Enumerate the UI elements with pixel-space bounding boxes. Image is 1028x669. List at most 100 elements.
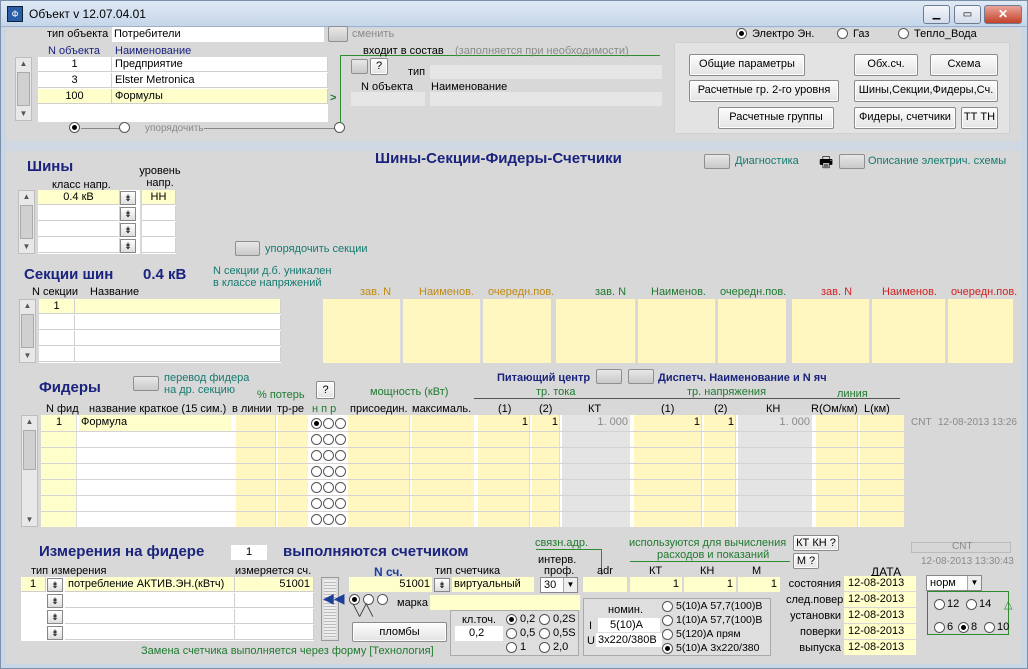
meter-type-field[interactable]: виртуальный bbox=[452, 577, 534, 592]
feeder-name-cell[interactable]: Формула bbox=[81, 416, 127, 428]
order-radio-3[interactable] bbox=[334, 122, 345, 133]
seals-button[interactable]: пломбы bbox=[352, 622, 447, 642]
buses-sections-button[interactable]: Шины,Секции,Фидеры,Сч. bbox=[854, 80, 998, 102]
npr-radio[interactable] bbox=[323, 482, 334, 493]
adr-field[interactable] bbox=[583, 577, 627, 592]
bus-class-dropdown-icon[interactable]: ⇟ bbox=[120, 207, 136, 221]
bus-class-cell[interactable]: 0.4 кВ bbox=[38, 190, 120, 205]
nominal-i-field[interactable]: 5(10)А bbox=[598, 618, 660, 632]
npr-radio[interactable] bbox=[311, 514, 322, 525]
npr-radio[interactable] bbox=[335, 450, 346, 461]
period-radio[interactable] bbox=[934, 599, 945, 610]
energy-gas-radio[interactable] bbox=[837, 28, 848, 39]
npr-radio[interactable] bbox=[335, 434, 346, 445]
meter-mode-radio-3[interactable] bbox=[377, 594, 388, 605]
npr-radio[interactable] bbox=[335, 418, 346, 429]
meas-feeder-n[interactable]: 1 bbox=[231, 545, 267, 560]
list-item[interactable]: Elster Metronica bbox=[112, 73, 328, 88]
calc-groups-button[interactable]: Расчетные группы bbox=[718, 107, 834, 129]
bus-level-cell[interactable]: НН bbox=[142, 190, 176, 205]
npr-radio[interactable] bbox=[335, 498, 346, 509]
transfer-feeder-button[interactable] bbox=[133, 376, 159, 391]
tt-tn-button[interactable]: ТТ ТН bbox=[961, 107, 998, 129]
tn2-cell[interactable]: 1 bbox=[704, 416, 734, 428]
object-type-field[interactable]: Потребители bbox=[112, 27, 324, 42]
scheme-desc-button[interactable] bbox=[839, 154, 865, 169]
nominal-radio[interactable] bbox=[662, 615, 673, 626]
minimize-button[interactable]: ▁ bbox=[923, 5, 950, 24]
meas-type-dropdown-icon[interactable]: ⇟ bbox=[47, 626, 63, 640]
period-radio[interactable] bbox=[984, 622, 995, 633]
feeder-n-cell[interactable]: 1 bbox=[41, 416, 77, 428]
list-item[interactable]: Формулы bbox=[112, 89, 328, 104]
state-select[interactable]: норм ▼ bbox=[926, 575, 982, 591]
npr-radio[interactable] bbox=[335, 482, 346, 493]
object-list-scrollbar[interactable]: ▲ ▼ bbox=[15, 57, 32, 121]
accuracy-radio[interactable] bbox=[539, 642, 550, 653]
kt-kn-help-button[interactable]: КТ КН ? bbox=[793, 535, 839, 551]
npr-radio[interactable] bbox=[311, 482, 322, 493]
order-radio-1[interactable] bbox=[69, 122, 80, 133]
diagnostics-button[interactable] bbox=[704, 154, 730, 169]
feeders-meters-button[interactable]: Фидеры, счетчики bbox=[854, 107, 956, 129]
table-row[interactable] bbox=[75, 299, 281, 314]
npr-radio[interactable] bbox=[323, 434, 334, 445]
feeders-scrollbar[interactable]: ▲ ▼ bbox=[21, 415, 38, 527]
m-help-button[interactable]: М ? bbox=[793, 553, 819, 569]
mark-field[interactable] bbox=[430, 595, 580, 610]
list-item[interactable]: 100 bbox=[38, 89, 112, 104]
part-name-field[interactable] bbox=[430, 92, 662, 106]
printer-icon[interactable]: 🖶 bbox=[819, 152, 833, 177]
period-radio[interactable] bbox=[966, 599, 977, 610]
part-help-button[interactable]: ? bbox=[370, 58, 388, 75]
npr-radio[interactable] bbox=[311, 450, 322, 461]
general-params-button[interactable]: Общие параметры bbox=[689, 54, 805, 76]
npr-radio[interactable] bbox=[335, 466, 346, 477]
bus-class-dropdown-icon[interactable]: ⇟ bbox=[120, 191, 136, 205]
npr-radio[interactable] bbox=[323, 418, 334, 429]
accuracy-radio[interactable] bbox=[539, 628, 550, 639]
dispatch-name-button[interactable] bbox=[628, 369, 654, 384]
list-item[interactable]: 3 bbox=[38, 73, 112, 88]
nominal-radio[interactable] bbox=[662, 629, 673, 640]
change-type-button[interactable] bbox=[328, 26, 348, 42]
accuracy-radio[interactable] bbox=[506, 628, 517, 639]
tn1-cell[interactable]: 1 bbox=[634, 416, 700, 428]
nominal-radio[interactable] bbox=[662, 601, 673, 612]
npr-radio[interactable] bbox=[311, 434, 322, 445]
npr-radio[interactable] bbox=[311, 418, 322, 429]
interval-select[interactable]: 30 ▼ bbox=[540, 577, 578, 593]
accuracy-radio[interactable] bbox=[539, 614, 550, 625]
accuracy-field[interactable]: 0,2 bbox=[455, 626, 503, 641]
npr-radio[interactable] bbox=[335, 514, 346, 525]
m-field[interactable]: 1 bbox=[738, 577, 780, 592]
energy-heat-radio[interactable] bbox=[898, 28, 909, 39]
period-radio[interactable] bbox=[958, 622, 969, 633]
period-radio[interactable] bbox=[934, 622, 945, 633]
tt2-cell[interactable]: 1 bbox=[532, 416, 558, 428]
accuracy-radio[interactable] bbox=[506, 642, 517, 653]
npr-radio[interactable] bbox=[323, 466, 334, 477]
meas-row-meter[interactable]: 51001 bbox=[235, 577, 314, 592]
kn-field[interactable]: 1 bbox=[684, 577, 736, 592]
npr-radio[interactable] bbox=[311, 498, 322, 509]
maximize-button[interactable]: ▭ bbox=[954, 5, 981, 24]
date-field[interactable]: 12-08-2013 bbox=[844, 592, 916, 607]
accuracy-radio[interactable] bbox=[506, 614, 517, 625]
date-field[interactable]: 12-08-2013 bbox=[844, 640, 916, 655]
npr-radio[interactable] bbox=[323, 450, 334, 461]
sort-sections-button[interactable] bbox=[235, 241, 260, 256]
meas-type-dropdown-icon[interactable]: ⇟ bbox=[47, 578, 63, 592]
meter-type-dropdown-icon[interactable]: ⇟ bbox=[434, 578, 450, 592]
meas-link-slider[interactable] bbox=[321, 577, 339, 641]
obsch-button[interactable]: Обх.сч. bbox=[854, 54, 918, 76]
loss-help-button[interactable]: ? bbox=[316, 381, 335, 399]
bus-class-dropdown-icon[interactable]: ⇟ bbox=[120, 239, 136, 253]
feed-center-button[interactable] bbox=[596, 369, 622, 384]
buses-scrollbar[interactable]: ▲ ▼ bbox=[18, 190, 35, 254]
part-select-button[interactable] bbox=[351, 59, 368, 74]
kt-field[interactable]: 1 bbox=[630, 577, 682, 592]
list-item[interactable]: 1 bbox=[38, 57, 112, 72]
order-radio-2[interactable] bbox=[119, 122, 130, 133]
change-type-label[interactable]: сменить bbox=[352, 28, 394, 40]
